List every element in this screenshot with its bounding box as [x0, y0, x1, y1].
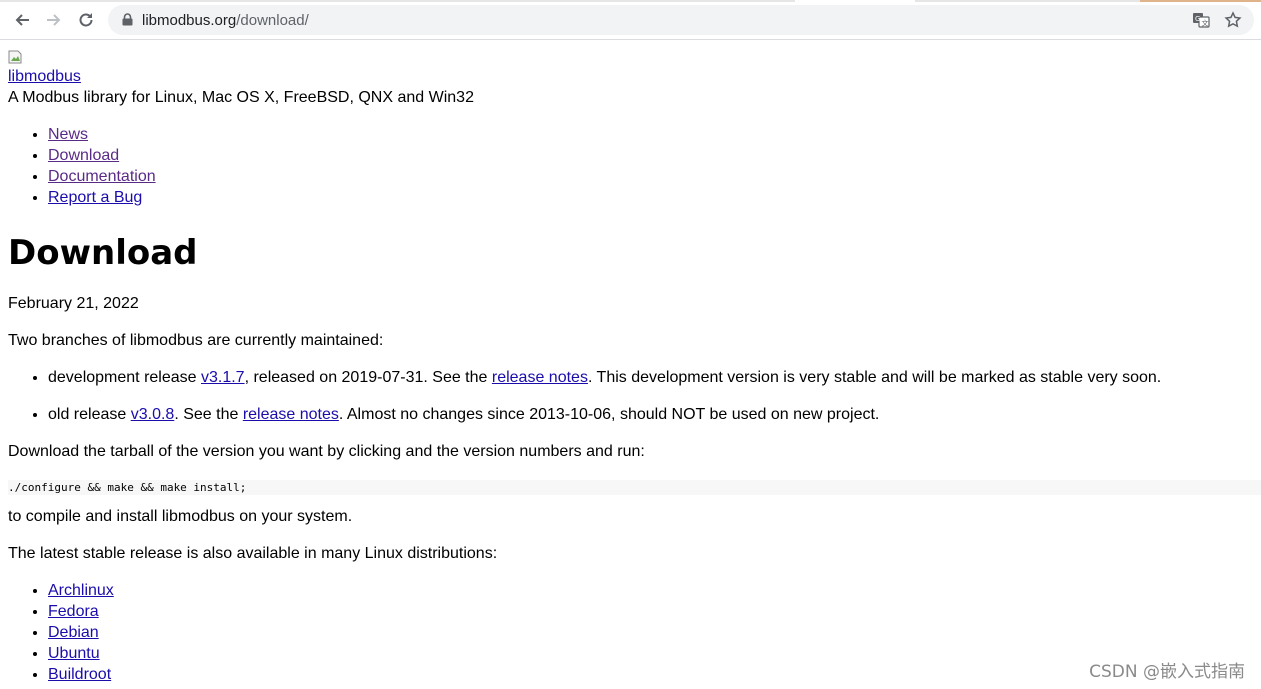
distro-item: Buildroot [48, 666, 114, 687]
page-title: Download [8, 233, 198, 273]
url-text[interactable]: libmodbus.org/download/ [142, 12, 309, 29]
nav-item-news: News [48, 126, 156, 147]
main-nav: News Download Documentation Report a Bug [8, 126, 156, 210]
version-link-dev[interactable]: v3.1.7 [201, 369, 245, 386]
release-text: . This development version is very stabl… [587, 369, 1162, 386]
release-item-dev: development release v3.1.7, released on … [48, 369, 1261, 390]
tab-strip-edge [0, 0, 1261, 2]
url-path: /download/ [236, 12, 309, 29]
distros-intro: The latest stable release is also availa… [8, 545, 498, 562]
lock-icon[interactable] [122, 13, 133, 26]
translate-icon[interactable]: G 文 [1192, 11, 1210, 29]
release-notes-link-dev[interactable]: release notes [492, 369, 588, 386]
nav-link-documentation[interactable]: Documentation [48, 168, 156, 185]
nav-item-documentation: Documentation [48, 168, 156, 189]
site-brand: libmodbus [8, 68, 81, 86]
release-text: old release [48, 406, 131, 423]
site-tagline: A Modbus library for Linux, Mac OS X, Fr… [8, 89, 474, 106]
url-host: libmodbus.org [142, 12, 237, 29]
forward-button[interactable] [42, 8, 66, 32]
watermark: CSDN @嵌入式指南 [1089, 662, 1245, 682]
nav-link-download[interactable]: Download [48, 147, 119, 164]
release-text: . See the [174, 406, 243, 423]
release-notes-link-old[interactable]: release notes [243, 406, 339, 423]
distro-item: Fedora [48, 603, 114, 624]
svg-text:G: G [1195, 15, 1200, 23]
nav-link-report-bug[interactable]: Report a Bug [48, 189, 142, 206]
arrow-left-icon [15, 14, 29, 26]
logo-broken-image-icon [8, 50, 22, 64]
release-text: development release [48, 369, 201, 386]
branches-intro: Two branches of libmodbus are currently … [8, 332, 384, 349]
nav-link-news[interactable]: News [48, 126, 88, 143]
distro-link-fedora[interactable]: Fedora [48, 603, 99, 620]
release-list: development release v3.1.7, released on … [8, 369, 1261, 443]
distro-link-archlinux[interactable]: Archlinux [48, 582, 114, 599]
distro-link-debian[interactable]: Debian [48, 624, 99, 641]
download-instructions: Download the tarball of the version you … [8, 443, 645, 460]
distro-item: Archlinux [48, 582, 114, 603]
release-text: . Almost no changes since 2013-10-06, sh… [338, 406, 880, 423]
back-button[interactable] [10, 8, 34, 32]
reload-button[interactable] [74, 8, 98, 32]
release-item-old: old release v3.0.8. See the release note… [48, 406, 1261, 427]
distro-item: Debian [48, 624, 114, 645]
reload-icon [79, 13, 93, 27]
distro-item: Ubuntu [48, 645, 114, 666]
svg-text:文: 文 [1202, 19, 1209, 28]
address-bar[interactable]: libmodbus.org/download/ G 文 [108, 5, 1254, 35]
release-text: , released on 2019-07-31. See the [244, 369, 492, 386]
distro-list: Archlinux Fedora Debian Ubuntu Buildroot [8, 582, 114, 687]
browser-toolbar: libmodbus.org/download/ G 文 [0, 0, 1261, 40]
arrow-right-icon [47, 14, 61, 26]
nav-item-download: Download [48, 147, 156, 168]
distro-link-buildroot[interactable]: Buildroot [48, 666, 111, 683]
compile-text: to compile and install libmodbus on your… [8, 508, 353, 525]
brand-link[interactable]: libmodbus [8, 68, 81, 85]
distro-link-ubuntu[interactable]: Ubuntu [48, 645, 100, 662]
version-link-old[interactable]: v3.0.8 [131, 406, 175, 423]
star-icon[interactable] [1224, 11, 1242, 29]
build-command-code: ./configure && make && make install; [8, 480, 1261, 495]
post-date: February 21, 2022 [8, 295, 139, 312]
nav-item-report-bug: Report a Bug [48, 189, 156, 210]
